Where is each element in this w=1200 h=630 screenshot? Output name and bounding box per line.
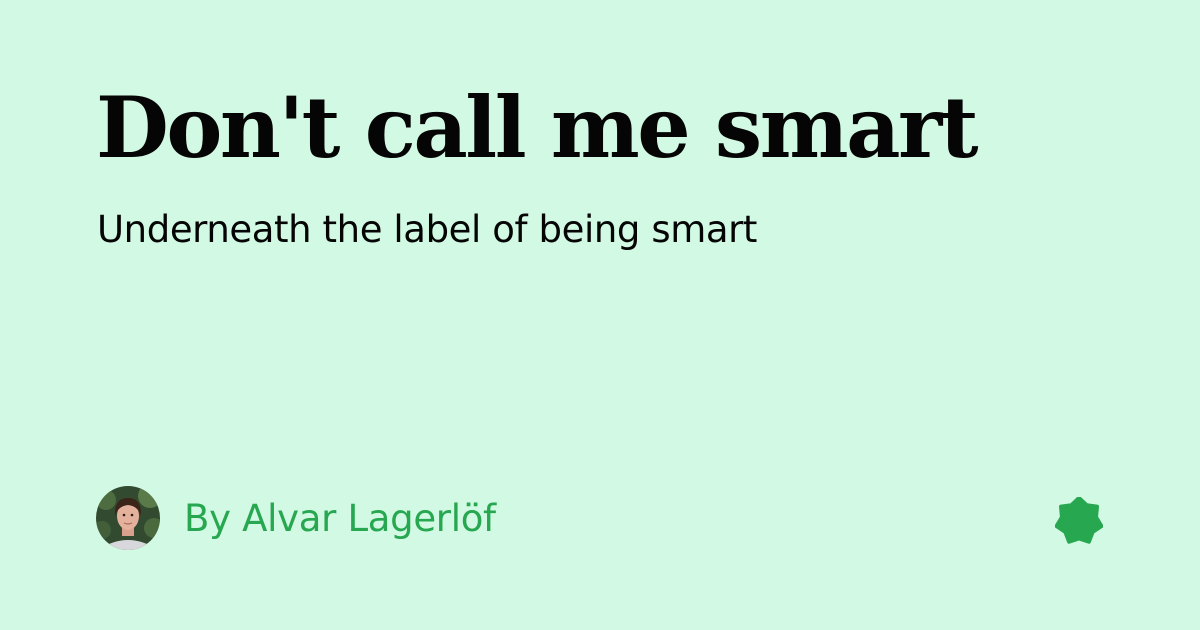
author-name: By Alvar Lagerlöf xyxy=(184,496,496,540)
post-subtitle: Underneath the label of being smart xyxy=(97,208,758,251)
author-byline: By Alvar Lagerlöf xyxy=(96,486,496,550)
star-badge-icon xyxy=(1055,497,1103,544)
share-card: { "post": { "title": "Don't call me smar… xyxy=(0,0,1200,630)
author-avatar xyxy=(96,486,160,550)
star-badge-shape xyxy=(1055,497,1103,544)
brand-mark xyxy=(1055,497,1103,545)
post-title: Don't call me smart xyxy=(96,78,979,177)
author-portrait-icon xyxy=(96,486,160,550)
